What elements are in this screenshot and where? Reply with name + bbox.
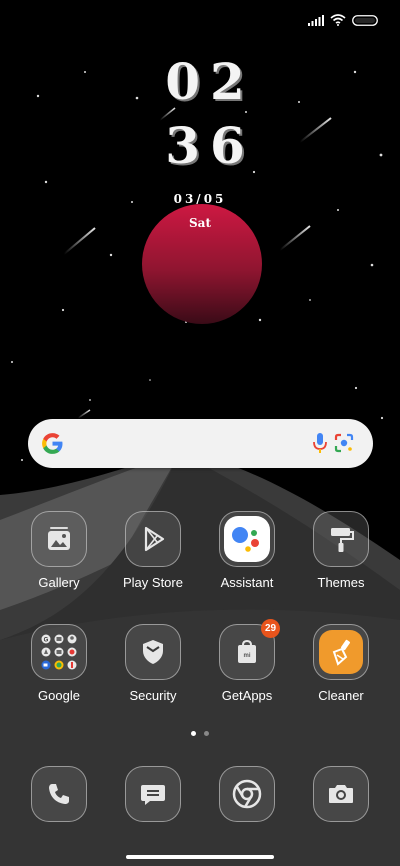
gallery-icon <box>48 527 70 550</box>
wifi-icon <box>330 14 346 26</box>
app-label: GetApps <box>221 688 273 703</box>
dock-camera[interactable] <box>301 766 381 822</box>
phone-icon <box>49 784 69 804</box>
chrome-icon <box>232 779 262 809</box>
app-label: Cleaner <box>318 688 364 703</box>
page-indicator[interactable] <box>0 731 400 736</box>
cleaner-icon <box>319 630 363 674</box>
google-folder-icon: G <box>41 634 77 670</box>
app-label: Google <box>38 688 80 703</box>
app-label: Gallery <box>38 575 80 590</box>
app-security[interactable]: Security <box>113 624 193 703</box>
assistant-icon <box>224 516 270 562</box>
play-store-icon <box>144 526 165 552</box>
notification-badge: 29 <box>261 619 280 638</box>
svg-text:G: G <box>44 638 49 644</box>
app-cleaner[interactable]: Cleaner <box>301 624 381 703</box>
date-text: 03/05 <box>173 192 227 206</box>
google-search-bar[interactable] <box>28 419 373 468</box>
status-bar <box>308 14 378 26</box>
dock-chrome[interactable] <box>207 766 287 822</box>
voice-search-icon[interactable] <box>311 431 329 456</box>
dock-phone[interactable] <box>19 766 99 822</box>
google-lens-icon[interactable] <box>333 432 355 454</box>
app-getapps[interactable]: mi 29 GetApps <box>207 619 287 703</box>
battery-icon <box>352 14 378 26</box>
app-label: Themes <box>317 575 365 590</box>
google-g-icon <box>42 433 63 454</box>
clock-hours[interactable]: 02 <box>0 52 400 111</box>
page-dot[interactable] <box>204 731 209 736</box>
signal-icon <box>308 14 324 26</box>
app-label: Play Store <box>123 575 183 590</box>
page-dot-active[interactable] <box>191 731 196 736</box>
themes-icon <box>331 528 354 552</box>
app-gallery[interactable]: Gallery <box>19 511 99 590</box>
app-label: Assistant <box>220 575 274 590</box>
app-themes[interactable]: Themes <box>301 511 381 590</box>
clock-minutes[interactable]: 36 <box>0 116 400 175</box>
security-icon <box>143 640 163 664</box>
messages-icon <box>141 785 165 805</box>
dock-messages[interactable] <box>113 766 193 822</box>
svg-text:mi: mi <box>243 653 250 659</box>
gesture-nav-handle[interactable] <box>126 855 274 859</box>
camera-icon <box>329 785 353 803</box>
app-assistant[interactable]: Assistant <box>207 511 287 590</box>
app-play-store[interactable]: Play Store <box>113 511 193 590</box>
app-google-folder[interactable]: G Google <box>19 624 99 703</box>
app-label: Security <box>129 688 177 703</box>
getapps-icon: mi <box>238 639 256 663</box>
day-text: Sat <box>189 216 211 230</box>
